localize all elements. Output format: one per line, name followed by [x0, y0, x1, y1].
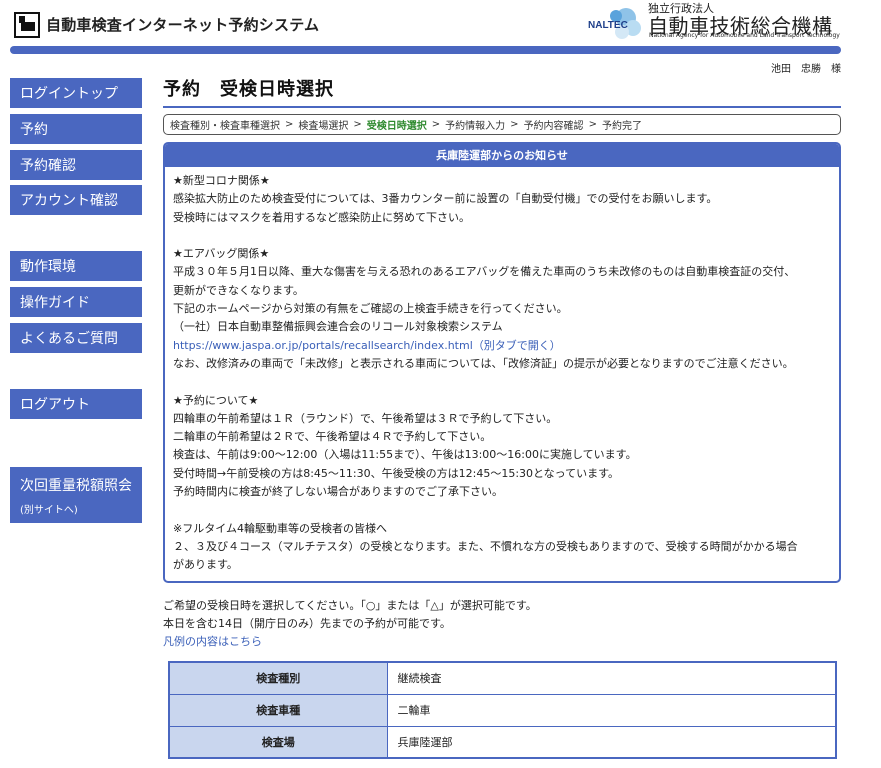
- sidebar-item-reservation-check[interactable]: 予約確認: [10, 150, 142, 180]
- sidebar-item-label: 動作環境: [20, 259, 76, 275]
- notice-body: ★新型コロナ関係★ 感染拡大防止のため検査受付については、3番カウンター前に設置…: [165, 167, 839, 581]
- row-label: 検査車種: [168, 693, 388, 727]
- notice-line: 受検時にはマスクを着用するなど感染防止に努めて下さい。: [173, 210, 470, 224]
- breadcrumb: 検査種別・検査車種選択 > 検査場選択 > 受検日時選択 > 予約情報入力 > …: [163, 114, 841, 135]
- inspection-info-table: 検査種別 継続検査 検査車種 二輪車 検査場 兵庫陸運部: [168, 661, 837, 759]
- notice-line: 四輪車の午前希望は１Ｒ（ラウンド）で、午後希望は３Ｒで予約して下さい。: [173, 411, 558, 425]
- page-header: 自動車検査インターネット予約システム NALTEC 独立行政法人 自動車技術総合…: [0, 0, 881, 54]
- notice-line: 感染拡大防止のため検査受付については、3番カウンター前に設置の「自動受付機」での…: [173, 192, 718, 206]
- notice-line: 検査は、午前は9:00～12:00（入場は11:55まで）、午後は13:00～1…: [173, 448, 637, 462]
- notice-line: 平成３０年５月1日以降、重大な傷害を与える恐れのあるエアバッグを備えた車両のうち…: [173, 265, 796, 279]
- sidebar-item-environment[interactable]: 動作環境: [10, 251, 142, 281]
- notice-heading: 兵庫陸運部からのお知らせ: [165, 144, 839, 167]
- row-value: 二輪車: [386, 693, 837, 727]
- breadcrumb-step: 予約情報入力: [445, 121, 506, 132]
- external-site-note: (別サイトへ): [20, 504, 78, 516]
- sidebar-item-label: 次回重量税額照会: [20, 477, 132, 494]
- notice-line: ２、３及び４コース（マルチテスタ）の受検となります。また、不慣れな方の受検もあり…: [173, 539, 798, 553]
- breadcrumb-step: 予約内容確認: [523, 121, 584, 132]
- breadcrumb-separator: >: [588, 119, 597, 130]
- user-name: 池田 忠勝 様: [771, 64, 841, 75]
- naltec-logo-icon: NALTEC: [588, 8, 641, 39]
- table-row: 検査車種 二輪車: [168, 693, 837, 727]
- breadcrumb-step-current: 受検日時選択: [366, 121, 427, 132]
- notice-line: ★エアバッグ関係★: [173, 247, 270, 261]
- sidebar-item-login-top[interactable]: ログイントップ: [10, 78, 142, 108]
- main-content: 予約 受検日時選択 検査種別・検査車種選択 > 検査場選択 > 受検日時選択 >…: [163, 78, 841, 651]
- table-row: 検査種別 継続検査: [168, 661, 837, 695]
- sidebar-item-account-check[interactable]: アカウント確認: [10, 185, 142, 215]
- notice-line: ★予約について★: [173, 393, 259, 407]
- breadcrumb-step: 検査種別・検査車種選択: [170, 121, 280, 132]
- breadcrumb-separator: >: [510, 119, 519, 130]
- notice-line: ★新型コロナ関係★: [173, 174, 270, 187]
- sidebar-item-label: 操作ガイド: [20, 295, 90, 311]
- sidebar-item-label: アカウント確認: [20, 193, 118, 209]
- sidebar-item-reservation[interactable]: 予約: [10, 114, 142, 144]
- row-label: 検査場: [168, 725, 388, 759]
- legend-link[interactable]: 凡例の内容はこちら: [163, 633, 841, 651]
- notice-spacer: [173, 501, 831, 519]
- sidebar-item-label: よくあるご質問: [20, 331, 118, 347]
- row-value: 兵庫陸運部: [386, 725, 837, 759]
- breadcrumb-step: 検査場選択: [298, 121, 349, 132]
- system-title: 自動車検査インターネット予約システム: [46, 16, 320, 34]
- notice-line: ※フルタイム4輪駆動車等の受検者の皆様へ: [173, 521, 387, 535]
- notice-line: 二輪車の午前希望は２Ｒで、午後希望は４Ｒで予約して下さい。: [173, 430, 492, 444]
- system-logo-icon: [14, 12, 40, 38]
- guide-text: ご希望の受検日時を選択してください。「○」または「△」が選択可能です。: [163, 598, 537, 612]
- selection-guide: ご希望の受検日時を選択してください。「○」または「△」が選択可能です。 本日を含…: [163, 597, 841, 652]
- sidebar-item-logout[interactable]: ログアウト: [10, 389, 142, 419]
- sidebar-item-label: ログイントップ: [20, 86, 118, 102]
- table-row: 検査場 兵庫陸運部: [168, 725, 837, 759]
- breadcrumb-step: 予約完了: [601, 121, 642, 132]
- notice-line: があります。: [173, 558, 238, 572]
- notice-panel: 兵庫陸運部からのお知らせ ★新型コロナ関係★ 感染拡大防止のため検査受付について…: [163, 142, 841, 583]
- guide-text: 本日を含む14日（開庁日のみ）先までの予約が可能です。: [163, 616, 451, 630]
- breadcrumb-separator: >: [353, 119, 362, 130]
- sidebar-item-faq[interactable]: よくあるご質問: [10, 323, 142, 353]
- notice-line: 下記のホームページから対策の有無をご確認の上検査手続きを行ってください。: [173, 302, 568, 316]
- sidebar-item-guide[interactable]: 操作ガイド: [10, 287, 142, 317]
- notice-spacer: [173, 227, 831, 245]
- sidebar-item-label: ログアウト: [20, 397, 90, 413]
- recall-search-link[interactable]: https://www.jaspa.or.jp/portals/recallse…: [173, 337, 831, 355]
- sidebar-item-label: 予約確認: [20, 158, 76, 174]
- notice-spacer: [173, 373, 831, 391]
- notice-line: （一社）日本自動車整備振興会連合会のリコール対象検索システム: [173, 320, 503, 334]
- notice-line: 予約時間内に検査が終了しない場合がありますのでご了承下さい。: [173, 485, 503, 499]
- breadcrumb-separator: >: [431, 119, 441, 130]
- page-title: 予約 受検日時選択: [163, 79, 334, 100]
- notice-line: 更新ができなくなります。: [173, 283, 304, 297]
- title-divider: [163, 106, 841, 108]
- row-value: 継続検査: [386, 661, 837, 695]
- header-divider: [10, 46, 841, 54]
- org-english-name: National Agency for Automobile and Land …: [649, 32, 840, 39]
- row-label: 検査種別: [168, 661, 388, 695]
- naltec-abbr: NALTEC: [588, 20, 628, 31]
- sidebar-item-label: 予約: [20, 122, 48, 138]
- breadcrumb-separator: >: [285, 119, 294, 130]
- notice-line: なお、改修済みの車両で「未改修」と表示される車両については、「改修済証」の提示が…: [173, 356, 794, 370]
- sidebar-item-tax-inquiry[interactable]: 次回重量税額照会 (別サイトへ): [10, 467, 142, 523]
- notice-line: 受付時間→午前受検の方は8:45～11:30、午後受検の方は12:45～15:3…: [173, 466, 620, 480]
